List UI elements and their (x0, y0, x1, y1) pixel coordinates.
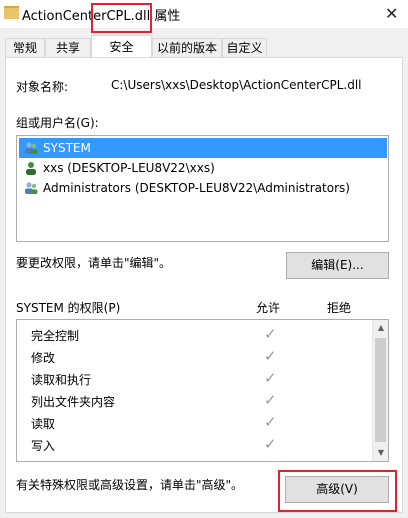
users-group-icon (25, 142, 38, 154)
tab-strip: 常规 共享 安全 以前的版本 自定义 (0, 28, 408, 59)
title-bar: ActionCenterCPL.dll 属性 ✕ (0, 0, 408, 28)
advanced-highlight-annotation (278, 470, 397, 512)
tab-sharing[interactable]: 共享 (45, 38, 91, 57)
permission-name: 写入 (31, 439, 56, 453)
permission-row-write: 写入 ✓ (17, 434, 373, 456)
user-name: SYSTEM (43, 141, 91, 155)
user-row-system[interactable]: SYSTEM (19, 138, 387, 158)
permission-name: 列出文件夹内容 (31, 395, 116, 409)
close-icon[interactable]: ✕ (385, 4, 398, 23)
permission-name: 读取和执行 (31, 373, 92, 387)
permission-row-read: 读取 ✓ (17, 412, 373, 434)
permission-row-read-execute: 读取和执行 ✓ (17, 368, 373, 390)
edit-button[interactable]: 编辑(E)... (286, 252, 389, 279)
permissions-list: 完全控制 ✓ 修改 ✓ 读取和执行 ✓ 列出文件夹内容 ✓ 读取 ✓ 写入 ✓ … (16, 319, 389, 462)
object-name-label: 对象名称: (16, 80, 69, 94)
advanced-hint: 有关特殊权限或高级设置，请单击"高级"。 (16, 478, 244, 492)
allow-check-icon: ✓ (264, 391, 277, 409)
allow-check-icon: ✓ (264, 347, 277, 365)
permission-row-modify: 修改 ✓ (17, 346, 373, 368)
permissions-scrollbar[interactable]: ▲ ▼ (372, 320, 388, 461)
tab-previous-versions[interactable]: 以前的版本 (152, 38, 222, 57)
user-list: SYSTEM xxs (DESKTOP-LEU8V22\xxs) Adminis… (16, 135, 389, 242)
file-icon (4, 6, 19, 19)
permission-name: 修改 (31, 351, 56, 365)
group-label: 组或用户名(G): (16, 116, 99, 130)
allow-check-icon: ✓ (264, 369, 277, 387)
scroll-up-icon[interactable]: ▲ (373, 320, 388, 336)
permissions-title: SYSTEM 的权限(P) (16, 301, 121, 315)
object-name-value: C:\Users\xxs\Desktop\ActionCenterCPL.dll (111, 78, 362, 92)
allow-check-icon: ✓ (264, 325, 277, 343)
users-group-icon (25, 182, 38, 194)
tab-customize[interactable]: 自定义 (222, 38, 267, 57)
user-row-xxs[interactable]: xxs (DESKTOP-LEU8V22\xxs) (19, 158, 387, 178)
allow-check-icon: ✓ (264, 435, 277, 453)
edit-hint: 要更改权限，请单击"编辑"。 (16, 256, 172, 270)
tab-highlight-annotation (91, 3, 152, 33)
permission-name: 完全控制 (31, 329, 80, 343)
permission-name: 读取 (31, 417, 56, 431)
permission-row-list-folder: 列出文件夹内容 ✓ (17, 390, 373, 412)
allow-header: 允许 (256, 301, 281, 315)
scroll-thumb[interactable] (375, 338, 386, 442)
allow-check-icon: ✓ (264, 413, 277, 431)
tab-security[interactable]: 安全 (91, 35, 152, 59)
user-row-administrators[interactable]: Administrators (DESKTOP-LEU8V22\Administ… (19, 178, 387, 198)
permission-row-full-control: 完全控制 ✓ (17, 324, 373, 346)
scroll-down-icon[interactable]: ▼ (373, 445, 388, 461)
user-name: xxs (DESKTOP-LEU8V22\xxs) (43, 161, 215, 175)
user-name: Administrators (DESKTOP-LEU8V22\Administ… (43, 181, 350, 195)
user-icon (26, 162, 36, 175)
deny-header: 拒绝 (327, 301, 352, 315)
tab-general[interactable]: 常规 (5, 38, 45, 57)
